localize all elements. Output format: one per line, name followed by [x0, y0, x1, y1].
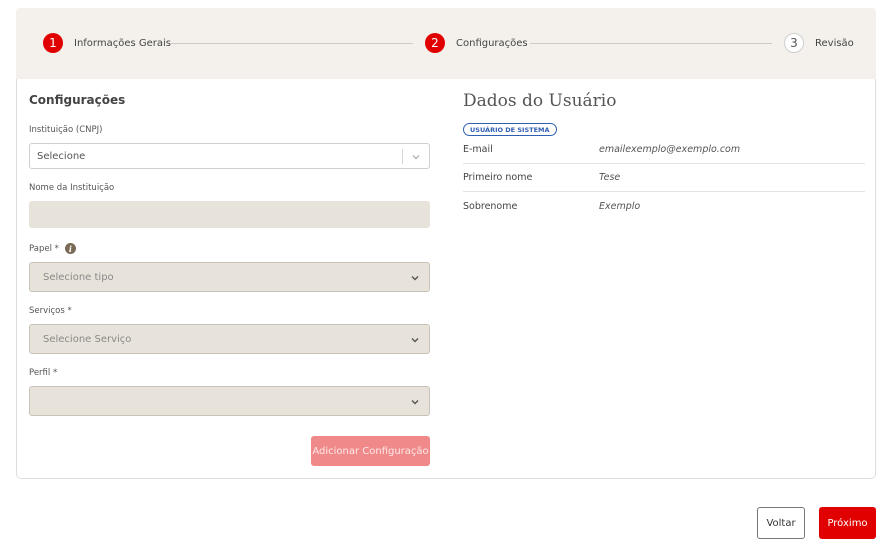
info-value: Exemplo — [599, 200, 641, 212]
status-badge: USUÁRIO DE SISTEMA — [463, 123, 557, 136]
chevron-down-icon — [411, 400, 419, 405]
info-row-first-name: Primeiro nome Tese — [463, 164, 865, 192]
chevron-down-icon — [411, 276, 419, 281]
step-connector — [171, 43, 413, 44]
step-informacoes-gerais[interactable]: 1 Informações Gerais — [43, 33, 171, 53]
back-button[interactable]: Voltar — [757, 507, 805, 539]
papel-placeholder: Selecione tipo — [43, 272, 114, 283]
servicos-select[interactable]: Selecione Serviço — [29, 324, 430, 354]
step-label: Revisão — [815, 37, 854, 49]
step-number: 1 — [43, 33, 63, 53]
chevron-down-icon — [411, 338, 419, 343]
instituicao-placeholder: Selecione — [37, 151, 86, 162]
user-data-title: Dados do Usuário — [463, 91, 617, 111]
info-icon[interactable]: i — [64, 243, 76, 254]
add-configuration-button[interactable]: Adicionar Configuração — [311, 436, 430, 466]
next-button[interactable]: Próximo — [819, 507, 876, 539]
step-number: 3 — [784, 33, 804, 53]
stepper: 1 Informações Gerais 2 Configurações 3 R… — [16, 8, 876, 79]
step-label: Configurações — [456, 37, 528, 49]
info-row-email: E-mail emailexemplo@exemplo.com — [463, 136, 865, 164]
papel-label: Papel * — [29, 243, 59, 254]
info-row-last-name: Sobrenome Exemplo — [463, 192, 865, 220]
step-label: Informações Gerais — [74, 37, 172, 49]
instituicao-select[interactable]: Selecione — [29, 143, 430, 169]
chevron-down-icon — [412, 155, 420, 160]
step-configuracoes[interactable]: 2 Configurações — [425, 33, 528, 53]
main-card: Configurações Instituição (CNPJ) Selecio… — [16, 79, 876, 479]
papel-label-row: Papel * i — [29, 243, 76, 254]
step-number: 2 — [425, 33, 445, 53]
papel-select[interactable]: Selecione tipo — [29, 262, 430, 292]
info-value: Tese — [599, 172, 621, 183]
info-key: E-mail — [463, 144, 493, 155]
info-value: emailexemplo@exemplo.com — [599, 144, 741, 155]
servicos-placeholder: Selecione Serviço — [43, 334, 132, 345]
perfil-label: Perfil * — [29, 368, 58, 378]
step-connector — [530, 43, 772, 44]
info-key: Primeiro nome — [463, 172, 533, 183]
nome-instituicao-input[interactable] — [29, 201, 430, 228]
section-title: Configurações — [29, 93, 126, 107]
step-revisao[interactable]: 3 Revisão — [784, 33, 854, 53]
select-separator — [402, 149, 403, 164]
nome-instituicao-label: Nome da Instituição — [29, 183, 115, 193]
perfil-select[interactable] — [29, 386, 430, 416]
info-key: Sobrenome — [463, 200, 518, 212]
servicos-label: Serviços * — [29, 306, 72, 316]
instituicao-label: Instituição (CNPJ) — [29, 125, 103, 135]
